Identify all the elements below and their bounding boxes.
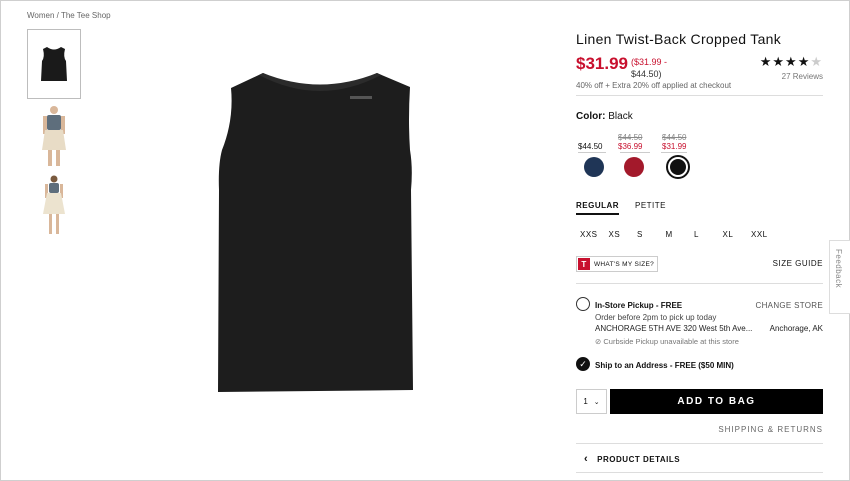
pickup-store: ANCHORAGE 5TH AVE 320 West 5th Ave... An…	[595, 324, 823, 333]
swatch-original-price: $44.50	[662, 133, 687, 142]
shipping-returns-link[interactable]: SHIPPING & RETURNS	[718, 425, 823, 434]
rating-stars[interactable]: ★★★★★	[760, 54, 823, 70]
store-address: ANCHORAGE 5TH AVE 320 West 5th Ave...	[595, 324, 753, 333]
star-icon: ★	[785, 54, 798, 69]
tank-thumbnail-image	[41, 47, 67, 81]
price-range-sale: ($31.99 -	[631, 57, 668, 67]
change-store-link[interactable]: CHANGE STORE	[756, 301, 823, 310]
breadcrumb[interactable]: Women / The Tee Shop	[27, 11, 111, 20]
swatch-original-price: $44.50	[618, 133, 643, 142]
star-icon: ★	[797, 54, 811, 69]
star-icon: ★	[772, 54, 786, 69]
color-swatch-red[interactable]	[624, 157, 644, 177]
tank-top-image	[218, 73, 413, 392]
swatch-underline	[620, 152, 650, 153]
swatch-navy-group: $44.50	[578, 133, 618, 177]
quantity-select[interactable]: 1 ⌄	[576, 389, 607, 414]
add-to-bag-button[interactable]: ADD TO BAG	[610, 389, 823, 414]
color-swatch-navy[interactable]	[584, 157, 604, 177]
thumbnail-list	[27, 29, 81, 243]
model-front-image	[42, 106, 66, 166]
chevron-left-icon: ‹	[584, 453, 589, 465]
swatch-price: $44.50	[578, 133, 618, 151]
color-swatch-black[interactable]	[666, 155, 690, 179]
pickup-radio[interactable]	[576, 297, 590, 311]
pickup-title: In-Store Pickup - FREE	[595, 301, 683, 310]
size-option[interactable]: XXS	[576, 230, 605, 239]
swatch-underline	[661, 152, 687, 153]
unavailable-icon: ⊘	[595, 337, 602, 346]
thumbnail-model-full[interactable]	[27, 173, 81, 239]
swatch-price: $44.50 $31.99	[662, 133, 702, 151]
product-main-image	[200, 50, 440, 400]
size-option[interactable]: XS	[605, 230, 634, 239]
curbside-note: ⊘ Curbside Pickup unavailable at this st…	[595, 337, 739, 346]
divider	[576, 443, 823, 444]
check-icon: ✓	[579, 358, 587, 369]
whats-my-size-label: WHAT'S MY SIZE?	[594, 260, 655, 268]
size-guide-link[interactable]: SIZE GUIDE	[773, 259, 823, 268]
size-option[interactable]: M	[662, 230, 691, 239]
swatch-price: $44.50 $36.99	[618, 133, 658, 151]
feedback-label: Feedback	[834, 249, 843, 289]
divider	[576, 95, 823, 96]
model-full-image	[43, 175, 65, 234]
divider	[576, 472, 823, 473]
swatch-underline	[578, 152, 606, 153]
star-empty-icon: ★	[810, 54, 823, 69]
swatch-red-group: $44.50 $36.99	[618, 133, 658, 177]
sale-price: $31.99	[576, 54, 628, 73]
pickup-cutoff: Order before 2pm to pick up today	[595, 313, 717, 322]
quantity-value: 1	[583, 397, 588, 406]
size-option[interactable]: XL	[719, 230, 748, 239]
tab-regular[interactable]: REGULAR	[576, 201, 620, 215]
whats-my-size-button[interactable]: T WHAT'S MY SIZE?	[576, 256, 659, 272]
product-details-label: PRODUCT DETAILS	[597, 454, 681, 464]
product-title: Linen Twist-Back Cropped Tank	[576, 31, 782, 47]
review-count-link[interactable]: 27 Reviews	[782, 72, 823, 81]
thumbnail-front[interactable]	[27, 29, 81, 99]
thumbnail-model-front[interactable]	[27, 103, 81, 169]
swatch-sale-price: $36.99	[618, 142, 643, 151]
swatch-black-group: $44.50 $31.99	[662, 133, 702, 179]
store-city: Anchorage, AK	[769, 324, 823, 333]
promo-text: 40% off + Extra 20% off applied at check…	[576, 81, 732, 90]
swatch-regular-price: $44.50	[578, 142, 603, 151]
feedback-tab[interactable]: Feedback	[829, 240, 850, 314]
selected-color-name: Black	[608, 111, 633, 122]
size-option[interactable]: S	[633, 230, 662, 239]
chevron-down-icon: ⌄	[593, 398, 600, 406]
price-range: ($31.99 - $44.50)	[631, 56, 667, 80]
ship-title: Ship to an Address - FREE ($50 MIN)	[595, 361, 734, 370]
swatch-sale-price: $31.99	[662, 142, 687, 151]
curbside-note-text: Curbside Pickup unavailable at this stor…	[603, 337, 739, 346]
price-range-original: $44.50)	[631, 69, 662, 79]
star-icon: ★	[759, 54, 773, 69]
true-fit-icon: T	[578, 258, 590, 270]
divider	[576, 283, 823, 284]
size-option[interactable]: L	[690, 230, 719, 239]
color-label: Color: Black	[576, 111, 633, 122]
product-details-toggle[interactable]: ‹ PRODUCT DETAILS	[584, 453, 680, 465]
color-label-key: Color:	[576, 111, 606, 122]
size-selector: XXS XS S M L XL XXL	[576, 230, 776, 239]
size-option[interactable]: XXL	[747, 230, 776, 239]
tab-petite[interactable]: PETITE	[635, 201, 666, 213]
ship-radio[interactable]: ✓	[576, 357, 590, 371]
